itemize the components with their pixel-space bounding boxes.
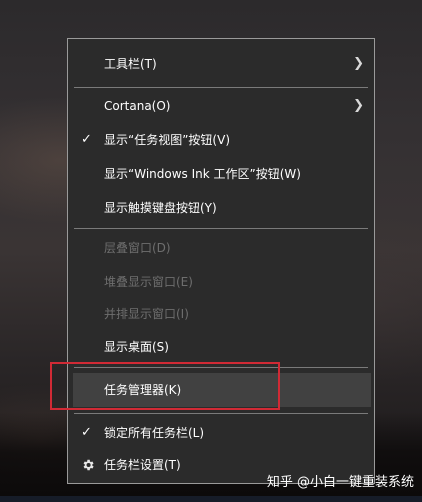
menu-item-label: Cortana(O) <box>104 99 171 113</box>
menu-item-label: 显示“Windows Ink 工作区”按钮(W) <box>104 167 301 181</box>
menu-item-show-windows-ink[interactable]: 显示“Windows Ink 工作区”按钮(W) <box>68 157 374 191</box>
taskbar-context-menu: 工具栏(T) ❯ Cortana(O) ❯ ✓ 显示“任务视图”按钮(V) 显示… <box>67 38 375 484</box>
menu-item-label: 层叠窗口(D) <box>104 241 171 255</box>
menu-item-stack-windows: 堆叠显示窗口(E) <box>68 265 374 299</box>
menu-item-label: 显示“任务视图”按钮(V) <box>104 133 231 147</box>
menu-item-cortana[interactable]: Cortana(O) ❯ <box>68 89 374 123</box>
menu-item-show-desktop[interactable]: 显示桌面(S) <box>68 330 374 364</box>
menu-item-show-touch-keyboard[interactable]: 显示触摸键盘按钮(Y) <box>68 191 374 225</box>
taskbar[interactable] <box>0 496 422 502</box>
menu-item-label: 堆叠显示窗口(E) <box>104 275 193 289</box>
menu-item-label: 显示触摸键盘按钮(Y) <box>104 201 217 215</box>
watermark: 知乎 @小白一键重装系统 <box>266 475 414 490</box>
chevron-right-icon: ❯ <box>353 56 364 71</box>
menu-item-label: 任务栏设置(T) <box>104 458 181 472</box>
menu-separator <box>74 413 368 414</box>
menu-separator <box>74 87 368 88</box>
checkmark-icon: ✓ <box>81 425 92 440</box>
menu-item-lock-taskbars[interactable]: ✓ 锁定所有任务栏(L) <box>68 416 374 450</box>
menu-item-toolbars[interactable]: 工具栏(T) ❯ <box>68 47 374 81</box>
menu-separator <box>74 228 368 229</box>
menu-item-label: 显示桌面(S) <box>104 340 169 354</box>
menu-item-label: 工具栏(T) <box>104 57 157 71</box>
menu-item-side-by-side-windows: 并排显示窗口(I) <box>68 297 374 331</box>
menu-item-label: 并排显示窗口(I) <box>104 307 189 321</box>
checkmark-icon: ✓ <box>81 132 92 147</box>
annotation-highlight-box <box>50 362 280 410</box>
gear-icon <box>83 459 94 471</box>
menu-item-label: 锁定所有任务栏(L) <box>104 426 205 440</box>
chevron-right-icon: ❯ <box>353 98 364 113</box>
menu-item-show-task-view[interactable]: ✓ 显示“任务视图”按钮(V) <box>68 123 374 157</box>
menu-item-cascade-windows: 层叠窗口(D) <box>68 231 374 265</box>
